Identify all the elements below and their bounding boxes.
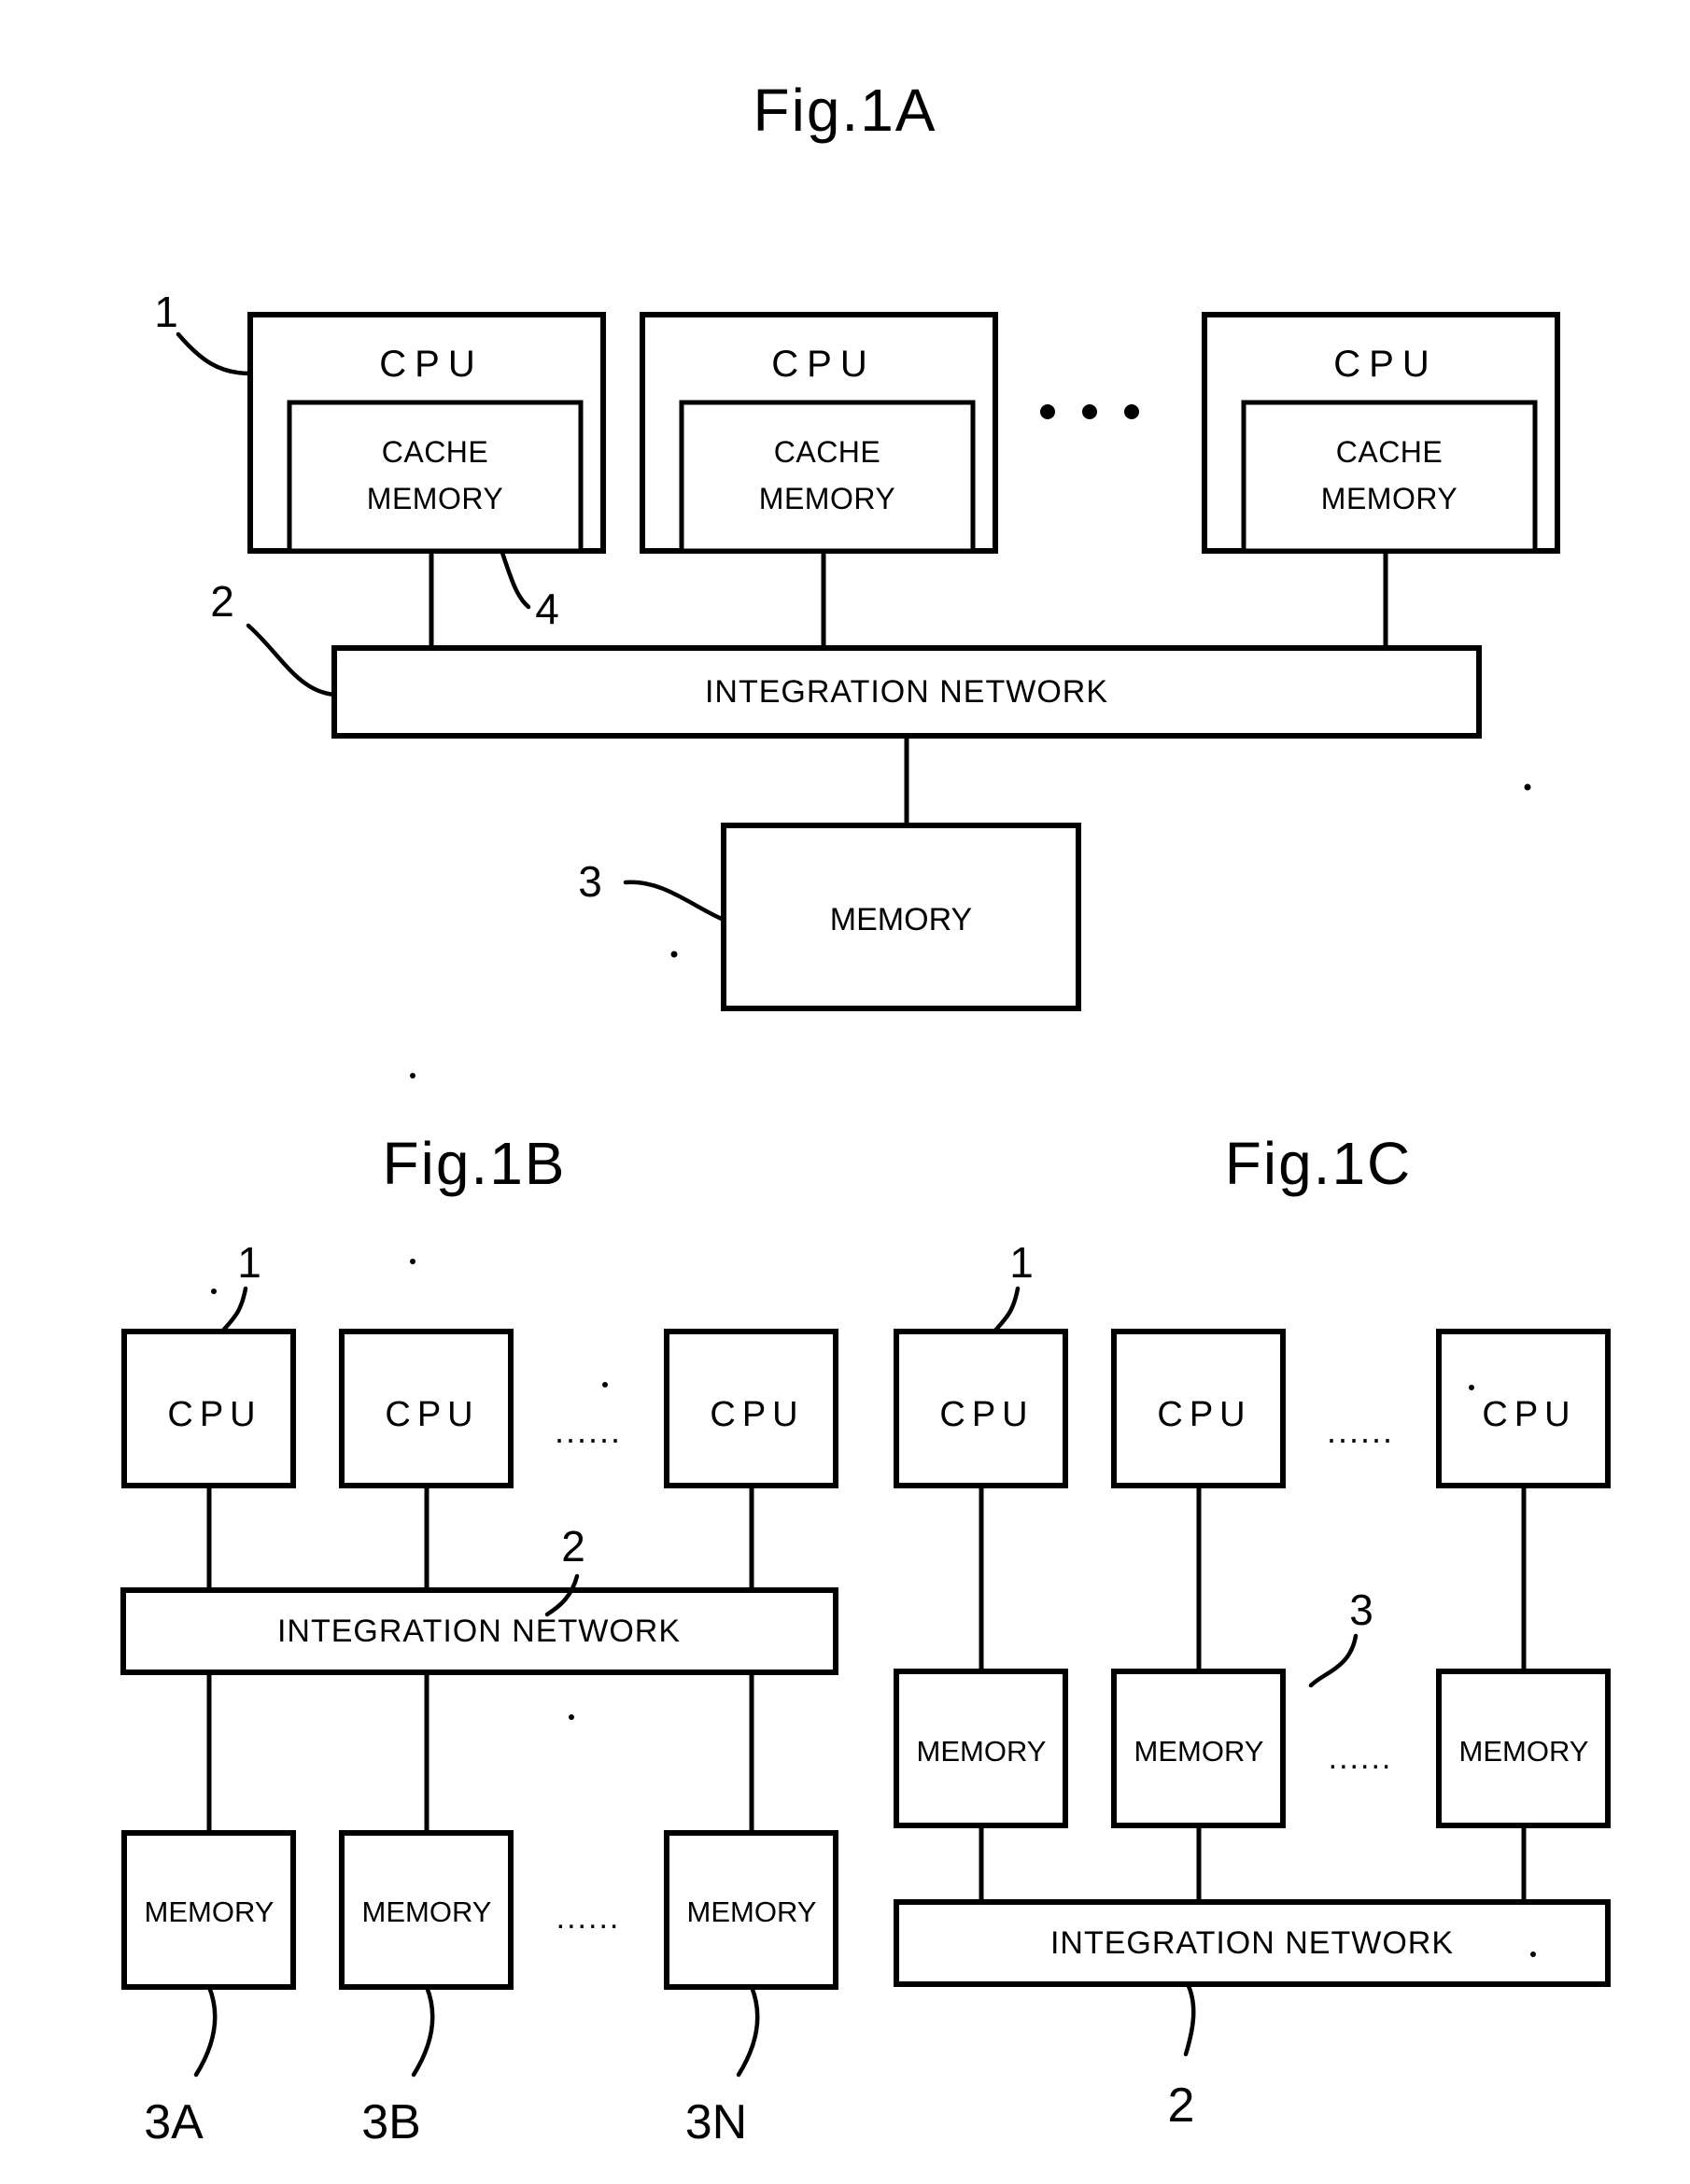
memory-label: MEMORY <box>1459 1735 1589 1768</box>
integration-network-label: INTEGRATION NETWORK <box>1050 1925 1454 1961</box>
ref-number-memory: 3 <box>578 857 602 906</box>
fig1c-cpu-1: CPU <box>894 1329 1068 1671</box>
memory-label: MEMORY <box>830 902 972 937</box>
fig1b-cpu-2: CPU <box>339 1329 514 1590</box>
cache-label-line1: CACHE <box>1336 435 1444 469</box>
fig1a-memory: MEMORY <box>721 823 1081 1011</box>
cpu-label: CPU <box>939 1395 1034 1434</box>
cache-memory-box <box>679 400 976 554</box>
fig1b-title: Fig.1B <box>383 1130 567 1197</box>
cpu-label: CPU <box>1482 1395 1576 1434</box>
cache-label-line1: CACHE <box>382 435 489 469</box>
cache-label-line2: MEMORY <box>367 482 503 515</box>
ref-number-memory: 3 <box>1349 1585 1373 1634</box>
ref-number-cpu: 1 <box>1009 1238 1034 1287</box>
memory-label: MEMORY <box>362 1895 492 1928</box>
fig1b-reference-1: 1 <box>219 1238 261 1334</box>
cpu-label: CPU <box>167 1395 261 1434</box>
scan-speck <box>1524 783 1531 791</box>
memory-label: MEMORY <box>145 1895 275 1928</box>
ref-number-memory-b: 3B <box>361 2095 421 2149</box>
ref-number-network: 2 <box>561 1522 585 1571</box>
cache-label-line2: MEMORY <box>1321 482 1458 515</box>
scan-speck <box>1469 1385 1474 1390</box>
cpu-label: CPU <box>1333 344 1437 385</box>
ref-number-memory-a: 3A <box>144 2095 204 2149</box>
fig1c-cpu-ellipsis: ...... <box>1327 1412 1394 1450</box>
cache-label-line2: MEMORY <box>759 482 895 515</box>
ref-number-cache: 4 <box>535 585 559 633</box>
memory-label: MEMORY <box>917 1735 1047 1768</box>
cpu-label: CPU <box>385 1395 479 1434</box>
integration-network-label: INTEGRATION NETWORK <box>705 674 1108 710</box>
fig1b-integration-network: INTEGRATION NETWORK <box>120 1587 838 1833</box>
fig1a-title: Fig.1A <box>753 77 937 144</box>
scan-speck <box>569 1714 574 1720</box>
memory-label: MEMORY <box>1134 1735 1264 1768</box>
fig1c-cpu-3: CPU <box>1436 1329 1611 1671</box>
ref-number-network: 2 <box>210 577 234 626</box>
fig1a-cpu-block-3: CPU CACHE MEMORY <box>1202 312 1560 648</box>
ref-number-network: 2 <box>1168 2078 1195 2133</box>
fig1c-cpu-2: CPU <box>1111 1329 1286 1671</box>
fig1c-integration-network: INTEGRATION NETWORK 2 <box>894 1899 1611 2133</box>
fig1c-memory-2: MEMORY <box>1111 1669 1286 1902</box>
scan-speck <box>670 951 678 958</box>
fig1a-reference-1: 1 <box>154 288 253 376</box>
scan-speck <box>410 1073 415 1078</box>
fig1a-reference-3: 3 <box>578 857 726 923</box>
fig1a-reference-2: 2 <box>210 577 337 697</box>
cpu-label: CPU <box>379 344 483 385</box>
scan-speck <box>1530 1952 1536 1957</box>
fig1a-integration-network: INTEGRATION NETWORK <box>331 645 1482 825</box>
figure-1c: Fig.1C CPU CPU ...... CPU MEMORY MEMORY <box>894 1130 1611 2133</box>
fig1c-reference-3: 3 <box>1308 1585 1373 1688</box>
ref-number-memory-n: 3N <box>685 2095 747 2149</box>
fig1a-cpu-block-2: CPU CACHE MEMORY <box>640 312 998 648</box>
figure-1b: Fig.1B CPU CPU ...... CPU INTEGRATION NE… <box>120 1073 838 2149</box>
cache-memory-box <box>1241 400 1538 554</box>
fig1b-cpu-1: CPU <box>121 1329 296 1590</box>
cache-label-line1: CACHE <box>774 435 881 469</box>
fig1c-title: Fig.1C <box>1225 1130 1413 1197</box>
fig1b-memory-2: MEMORY 3B <box>339 1830 514 2149</box>
fig1b-memory-1: MEMORY 3A <box>121 1830 296 2149</box>
fig1c-memory-1: MEMORY <box>894 1669 1068 1902</box>
fig1b-cpu-ellipsis: ...... <box>555 1412 622 1450</box>
fig1b-memory-ellipsis: ...... <box>556 1900 621 1936</box>
fig1c-memory-ellipsis: ...... <box>1329 1740 1393 1776</box>
memory-label: MEMORY <box>687 1895 817 1928</box>
integration-network-label: INTEGRATION NETWORK <box>277 1613 681 1649</box>
figure-1a: Fig.1A CPU CACHE MEMORY CPU CACHE MEMORY <box>154 77 1560 1011</box>
scan-speck <box>602 1382 608 1388</box>
fig1a-cpu-ellipsis <box>1040 404 1139 419</box>
cpu-label: CPU <box>710 1395 804 1434</box>
ref-number-cpu: 1 <box>237 1238 261 1287</box>
scan-speck <box>211 1289 217 1294</box>
patent-figure-sheet: Fig.1A CPU CACHE MEMORY CPU CACHE MEMORY <box>0 0 1690 2184</box>
fig1b-memory-3: MEMORY 3N <box>664 1830 838 2149</box>
cpu-label: CPU <box>771 344 875 385</box>
ref-number-cpu: 1 <box>154 288 178 336</box>
fig1c-memory-3: MEMORY <box>1436 1669 1611 1902</box>
fig1b-cpu-3: CPU <box>664 1329 838 1590</box>
scan-speck <box>410 1259 415 1264</box>
fig1a-reference-4: 4 <box>500 550 559 633</box>
fig1c-reference-1: 1 <box>992 1238 1034 1334</box>
cpu-label: CPU <box>1157 1395 1251 1434</box>
cache-memory-box <box>287 400 584 554</box>
